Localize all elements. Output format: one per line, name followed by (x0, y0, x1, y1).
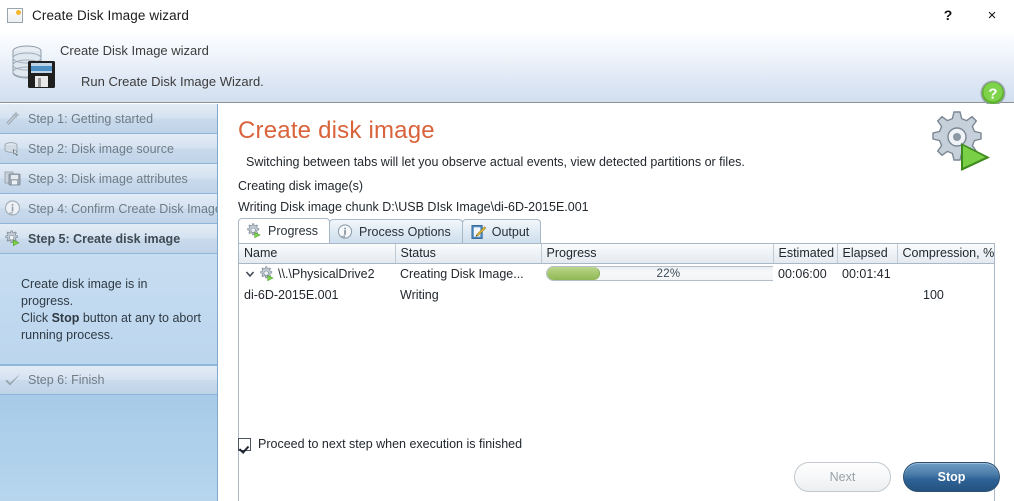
sidebar-item-step-6[interactable]: Step 6: Finish (0, 365, 217, 395)
status-line-1: Creating disk image(s) (238, 179, 364, 193)
column-header-name[interactable]: Name (239, 244, 396, 264)
sidebar-item-step-1[interactable]: Step 1: Getting started (0, 104, 217, 134)
table-header-row: Name Status Progress Estimated Elapsed C… (239, 244, 994, 264)
gear-play-icon (246, 223, 262, 239)
row-name-cell: di-6D-2015E.001 (244, 287, 339, 302)
row-estimated (773, 284, 837, 305)
sidebar-item-step-2[interactable]: Step 2: Disk image source (0, 134, 217, 164)
row-compression (897, 263, 994, 284)
page-subtitle: Switching between tabs will let you obse… (246, 155, 745, 169)
progress-bar-label: 22% (656, 267, 681, 280)
gear-play-icon (4, 230, 21, 247)
check-icon (4, 372, 21, 389)
row-compression: 100 (923, 287, 944, 302)
sidebar-note-line-2-pre: Click (21, 311, 52, 325)
row-name-label: \\.\PhysicalDrive2 (278, 266, 375, 281)
sidebar-note-line-2-post: button at any to abort (79, 311, 201, 325)
next-button[interactable]: Next (794, 462, 891, 492)
sidebar-item-step-6-label: Step 6: Finish (28, 373, 105, 387)
green-help-icon[interactable]: ? (979, 79, 1007, 107)
floppy-save-icon (4, 170, 21, 187)
chevron-down-icon[interactable] (244, 268, 256, 280)
proceed-checkbox-label: Proceed to next step when execution is f… (258, 437, 523, 451)
row-progress-cell (541, 284, 773, 305)
banner-subtitle: Run Create Disk Image Wizard. (81, 74, 264, 89)
sidebar-item-step-4-label: Step 4: Confirm Create Disk Image (28, 201, 218, 216)
tab-progress[interactable]: Progress (238, 218, 331, 243)
tab-process-options[interactable]: Process Options (329, 219, 463, 243)
column-header-elapsed[interactable]: Elapsed (837, 244, 898, 264)
sidebar-item-step-3-label: Step 3: Disk image attributes (28, 171, 188, 186)
tab-output[interactable]: Output (461, 219, 542, 243)
row-status: Creating Disk Image... (400, 266, 524, 281)
tab-process-options-label: Process Options (359, 224, 451, 239)
magic-wand-icon (4, 110, 21, 127)
info-circle-icon (4, 200, 21, 217)
column-header-progress[interactable]: Progress (541, 244, 774, 264)
sidebar-note-stop-emphasis: Stop (51, 311, 80, 325)
wizard-banner: Create Disk Image wizard Run Create Disk… (0, 30, 1014, 106)
help-button[interactable]: ? (926, 0, 970, 30)
stop-button[interactable]: Stop (903, 462, 1000, 492)
tab-output-label: Output (491, 224, 530, 239)
sidebar-note-line-3: running process. (21, 328, 114, 342)
wizard-steps-sidebar: Step 1: Getting started Step 2: Disk ima… (0, 104, 218, 501)
wizard-button-row: Next Stop (794, 462, 1000, 492)
column-header-estimated[interactable]: Estimated (773, 244, 838, 264)
info-circle-icon (337, 223, 353, 240)
sidebar-item-step-5[interactable]: Step 5: Create disk image (0, 224, 217, 254)
row-name-cell: \\.\PhysicalDrive2 (239, 263, 395, 284)
row-status: Writing (400, 287, 439, 302)
sidebar-item-step-1-label: Step 1: Getting started (28, 111, 154, 126)
window-controls: ? × (926, 0, 1014, 30)
row-elapsed (837, 284, 897, 305)
gear-play-icon (259, 266, 275, 282)
row-estimated: 00:06:00 (778, 266, 827, 281)
gear-play-icon (930, 110, 992, 172)
row-progress-cell: 22% (541, 263, 773, 284)
column-header-compression[interactable]: Compression, % (897, 244, 994, 264)
row-elapsed: 00:01:41 (842, 266, 891, 281)
svg-text:?: ? (988, 86, 997, 103)
status-line-2: Writing Disk image chunk D:\USB DIsk Ima… (238, 200, 589, 214)
sidebar-item-step-2-label: Step 2: Disk image source (28, 141, 174, 156)
sidebar-note: Create disk image is in progress. Click … (0, 254, 217, 365)
table-row[interactable]: di-6D-2015E.001 Writing 100 (239, 284, 994, 305)
column-header-status[interactable]: Status (395, 244, 542, 264)
table-row[interactable]: \\.\PhysicalDrive2 Creating Disk Image..… (239, 263, 994, 284)
main-panel: Create disk image Switching between tabs… (219, 104, 1014, 501)
tab-progress-label: Progress (268, 224, 319, 238)
sidebar-note-line-1: Create disk image is in progress. (21, 277, 148, 308)
tab-strip: Progress Process Options Output (238, 218, 995, 243)
sidebar-item-step-5-label: Step 5: Create disk image (28, 231, 181, 246)
disk-source-icon (4, 140, 21, 157)
progress-bar: 22% (546, 266, 773, 282)
proceed-checkbox[interactable] (238, 437, 251, 451)
window-icon (7, 7, 23, 23)
create-disk-image-wizard-window: Create Disk Image wizard ? × Create Disk… (0, 0, 1014, 501)
notepad-pencil-icon (470, 224, 486, 240)
close-icon[interactable]: × (970, 0, 1014, 30)
sidebar-note-line-2: Click Stop button at any to abort (21, 310, 203, 327)
sidebar-item-step-4[interactable]: Step 4: Confirm Create Disk Image (0, 194, 218, 224)
title-bar: Create Disk Image wizard ? × (0, 0, 1014, 30)
window-title: Create Disk Image wizard (32, 7, 189, 23)
disk-floppy-icon (10, 42, 58, 90)
banner-title: Create Disk Image wizard (60, 43, 209, 58)
page-title: Create disk image (238, 117, 435, 144)
sidebar-item-step-3[interactable]: Step 3: Disk image attributes (0, 164, 217, 194)
proceed-checkbox-row[interactable]: Proceed to next step when execution is f… (238, 437, 522, 451)
